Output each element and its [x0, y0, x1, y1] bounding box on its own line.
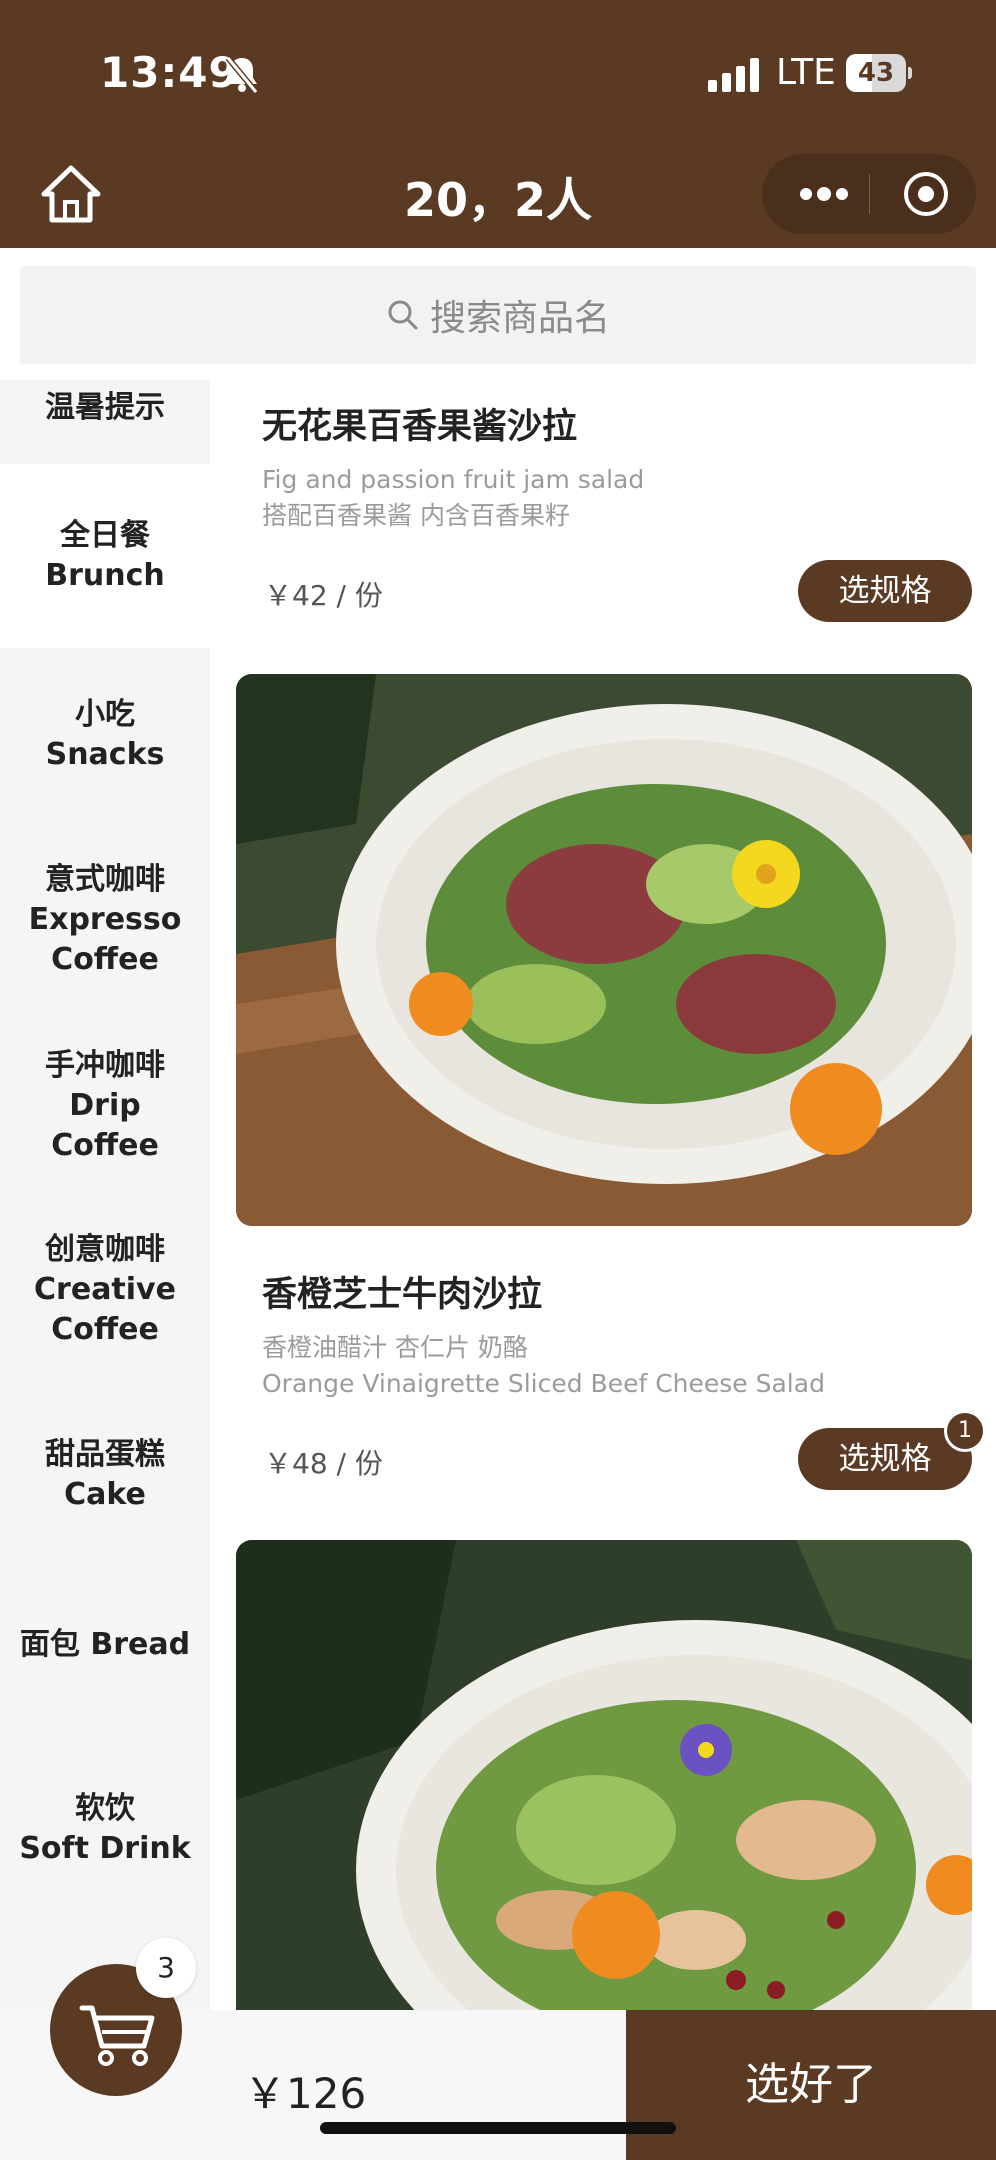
bell-slash-icon: [225, 56, 259, 94]
sidebar-item-tips[interactable]: 温暑提示: [0, 380, 210, 444]
home-indicator: [320, 2122, 676, 2134]
cart-total: ￥126: [244, 2069, 367, 2118]
app-header: 13:49 LTE 43 20，2人: [0, 0, 996, 248]
product-description-en: Fig and passion fruit jam salad: [262, 465, 645, 494]
sidebar-item-label: 小吃 Snacks: [45, 697, 165, 772]
battery-icon: 43: [846, 54, 912, 92]
category-sidebar: 温暑提示 全日餐 Brunch 小吃 Snacks 意式咖啡 Expresso …: [0, 380, 210, 2010]
battery-level: 43: [857, 58, 895, 88]
quantity-badge: 1: [944, 1410, 986, 1452]
sidebar-item-cake[interactable]: 甜品蛋糕 Cake: [0, 1410, 210, 1540]
sidebar-item-label: 意式咖啡 Expresso Coffee: [28, 862, 182, 977]
mini-program-capsule: [762, 154, 976, 234]
network-label: LTE: [776, 52, 836, 93]
beef-salad-image[interactable]: [236, 674, 972, 1226]
search-input[interactable]: 搜索商品名: [20, 266, 976, 364]
select-spec-button[interactable]: 选规格: [798, 560, 972, 622]
sidebar-item-label: 软饮 Soft Drink: [19, 1791, 191, 1866]
home-icon[interactable]: [36, 162, 106, 226]
search-icon: [388, 300, 418, 330]
sidebar-item-label: 手冲咖啡 Drip Coffee: [45, 1048, 165, 1163]
sidebar-item-expresso[interactable]: 意式咖啡 Expresso Coffee: [0, 840, 210, 1000]
sidebar-item-creative-coffee[interactable]: 创意咖啡 Creative Coffee: [0, 1210, 210, 1370]
capsule-divider: [869, 174, 870, 214]
sidebar-item-snacks[interactable]: 小吃 Snacks: [0, 670, 210, 800]
product-list: 无花果百香果酱沙拉 Fig and passion fruit jam sala…: [210, 380, 996, 2010]
sidebar-item-label: 温暑提示: [45, 390, 165, 425]
chicken-salad-image[interactable]: [236, 1540, 972, 2010]
product-price: ￥42 / 份: [264, 579, 383, 612]
product-name: 香橙芝士牛肉沙拉: [262, 1275, 543, 1315]
product-description-cn: 搭配百香果酱 内含百香果籽: [262, 501, 570, 530]
sidebar-item-label: 甜品蛋糕 Cake: [45, 1437, 165, 1512]
search-placeholder: 搜索商品名: [429, 298, 610, 339]
sidebar-item-drip-coffee[interactable]: 手冲咖啡 Drip Coffee: [0, 1026, 210, 1186]
sidebar-item-bread[interactable]: 面包 Bread: [0, 1590, 210, 1700]
target-close-icon[interactable]: [886, 154, 966, 234]
sidebar-item-label: 面包 Bread: [19, 1627, 191, 1662]
sidebar-item-label: 全日餐 Brunch: [45, 518, 165, 593]
product-name: 无花果百香果酱沙拉: [262, 407, 578, 447]
more-dots-icon[interactable]: [784, 154, 864, 234]
cart-count-badge: 3: [136, 1938, 196, 1998]
checkout-button[interactable]: 选好了: [626, 2010, 996, 2160]
product-description-en: Orange Vinaigrette Sliced Beef Cheese Sa…: [262, 1369, 825, 1398]
status-time: 13:49: [100, 48, 239, 97]
product-price: ￥48 / 份: [264, 1447, 383, 1480]
sidebar-item-soft-drink[interactable]: 软饮 Soft Drink: [0, 1764, 210, 1894]
signal-bars-icon: [708, 58, 759, 92]
sidebar-item-label: 创意咖啡 Creative Coffee: [34, 1232, 176, 1347]
product-description-cn: 香橙油醋汁 杏仁片 奶酪: [262, 1333, 528, 1362]
page-title: 20，2人: [403, 173, 593, 227]
sidebar-item-brunch[interactable]: 全日餐 Brunch: [0, 464, 210, 648]
